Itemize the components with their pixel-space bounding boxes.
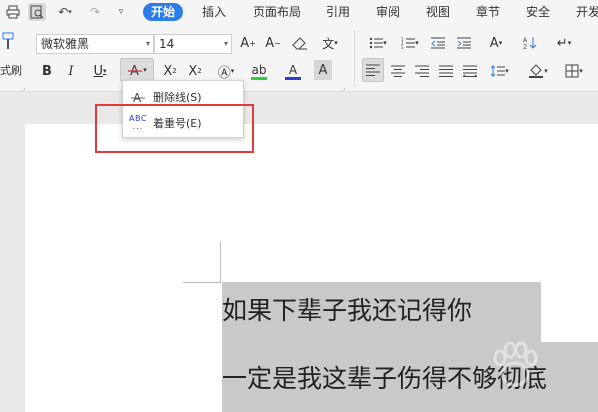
chevron-down-icon: ▾	[223, 39, 228, 48]
strikethrough-icon: A	[123, 90, 153, 104]
chevron-down-icon: ▾	[145, 39, 150, 48]
shrink-font-icon[interactable]: A −	[263, 32, 283, 54]
group-launcher-icon[interactable]: ⌟	[342, 84, 345, 92]
svg-text:Z: Z	[523, 44, 527, 50]
shading-icon[interactable]: ▾	[524, 60, 552, 82]
svg-text:A: A	[523, 37, 528, 44]
phonetic-guide-icon[interactable]: 文 ▾	[316, 32, 344, 54]
bold-icon[interactable]: B	[38, 60, 56, 82]
undo-icon[interactable]: ↶ ▾	[54, 3, 76, 21]
chevron-down-icon: ▾	[143, 66, 147, 74]
tab-view[interactable]: 视图	[426, 3, 450, 21]
font-name-select[interactable]: 微软雅黑 ▾	[36, 34, 154, 54]
tab-references[interactable]: 引用	[326, 3, 350, 21]
font-color-icon[interactable]: A	[280, 60, 306, 82]
align-left-icon[interactable]	[362, 58, 384, 82]
char-shading-icon[interactable]: A	[314, 60, 332, 80]
format-painter-icon[interactable]	[0, 30, 16, 52]
sort-icon[interactable]: AZ	[520, 32, 540, 54]
menu-item-label: 删除线(S)	[153, 90, 202, 104]
group-launcher-icon[interactable]: ⌟	[22, 84, 25, 92]
font-size-select[interactable]: 14 ▾	[154, 34, 232, 54]
italic-icon[interactable]: I	[62, 60, 80, 82]
font-size-value: 14	[159, 37, 175, 51]
justify-icon[interactable]	[436, 60, 456, 82]
menu-bar: ↶ ▾ ↷ ▿ 开始 插入 页面布局 引用 审阅 视图 章节 安全 开发	[0, 0, 598, 24]
font-name-value: 微软雅黑	[41, 37, 90, 51]
text-effect-icon[interactable]: Ⓐ ▾	[212, 60, 240, 82]
line-spacing-icon[interactable]: ▾	[486, 60, 514, 82]
tab-section[interactable]: 章节	[476, 3, 500, 21]
annotation-highlight-box	[95, 104, 254, 153]
clear-format-icon[interactable]	[290, 32, 310, 54]
tab-page-layout[interactable]: 页面布局	[253, 3, 301, 21]
crop-mark	[183, 282, 221, 283]
tab-developer[interactable]: 开发	[576, 3, 598, 21]
print-icon[interactable]	[4, 3, 22, 21]
align-right-icon[interactable]	[412, 60, 432, 82]
numbered-list-icon[interactable]: 1 2 3 ▾	[396, 32, 424, 54]
svg-text:3: 3	[401, 45, 404, 49]
text-direction-icon[interactable]: A ▾	[482, 32, 510, 54]
superscript-icon[interactable]: X2	[160, 60, 180, 82]
align-center-icon[interactable]	[388, 60, 408, 82]
tab-home[interactable]: 开始	[143, 3, 184, 21]
ribbon: 式刷 ⌟ 微软雅黑 ▾ 14 ▾ A+ A− 文▾ B I U▾ A ▾ X2 …	[0, 24, 598, 92]
strikethrough-icon: A	[128, 64, 143, 77]
subscript-icon[interactable]: X2	[185, 60, 205, 82]
format-painter-label[interactable]: 式刷	[0, 62, 22, 78]
highlight-color-icon[interactable]: ab	[246, 60, 272, 82]
tab-insert[interactable]: 插入	[202, 3, 226, 21]
separator	[354, 30, 355, 86]
tab-security[interactable]: 安全	[526, 3, 550, 21]
increase-indent-icon[interactable]	[454, 32, 474, 54]
bullet-list-icon[interactable]: ▾	[364, 32, 392, 54]
watermark-paw-icon	[493, 341, 538, 387]
borders-icon[interactable]: ▾	[560, 60, 588, 82]
grow-font-icon[interactable]: A +	[238, 32, 258, 54]
strikethrough-button[interactable]: A ▾	[120, 58, 154, 82]
more-chevron-icon[interactable]: ▿	[112, 3, 130, 21]
decrease-indent-icon[interactable]	[428, 32, 448, 54]
document-line[interactable]: 如果下辈子我还记得你	[222, 282, 541, 342]
underline-icon[interactable]: U ▾	[86, 60, 114, 82]
print-preview-icon[interactable]	[28, 3, 46, 21]
tab-review[interactable]: 审阅	[376, 3, 400, 21]
redo-icon[interactable]: ↷	[86, 3, 104, 21]
crop-mark	[220, 242, 221, 282]
show-marks-icon[interactable]: ↵ ▾	[550, 32, 578, 54]
distributed-align-icon[interactable]	[460, 60, 480, 82]
